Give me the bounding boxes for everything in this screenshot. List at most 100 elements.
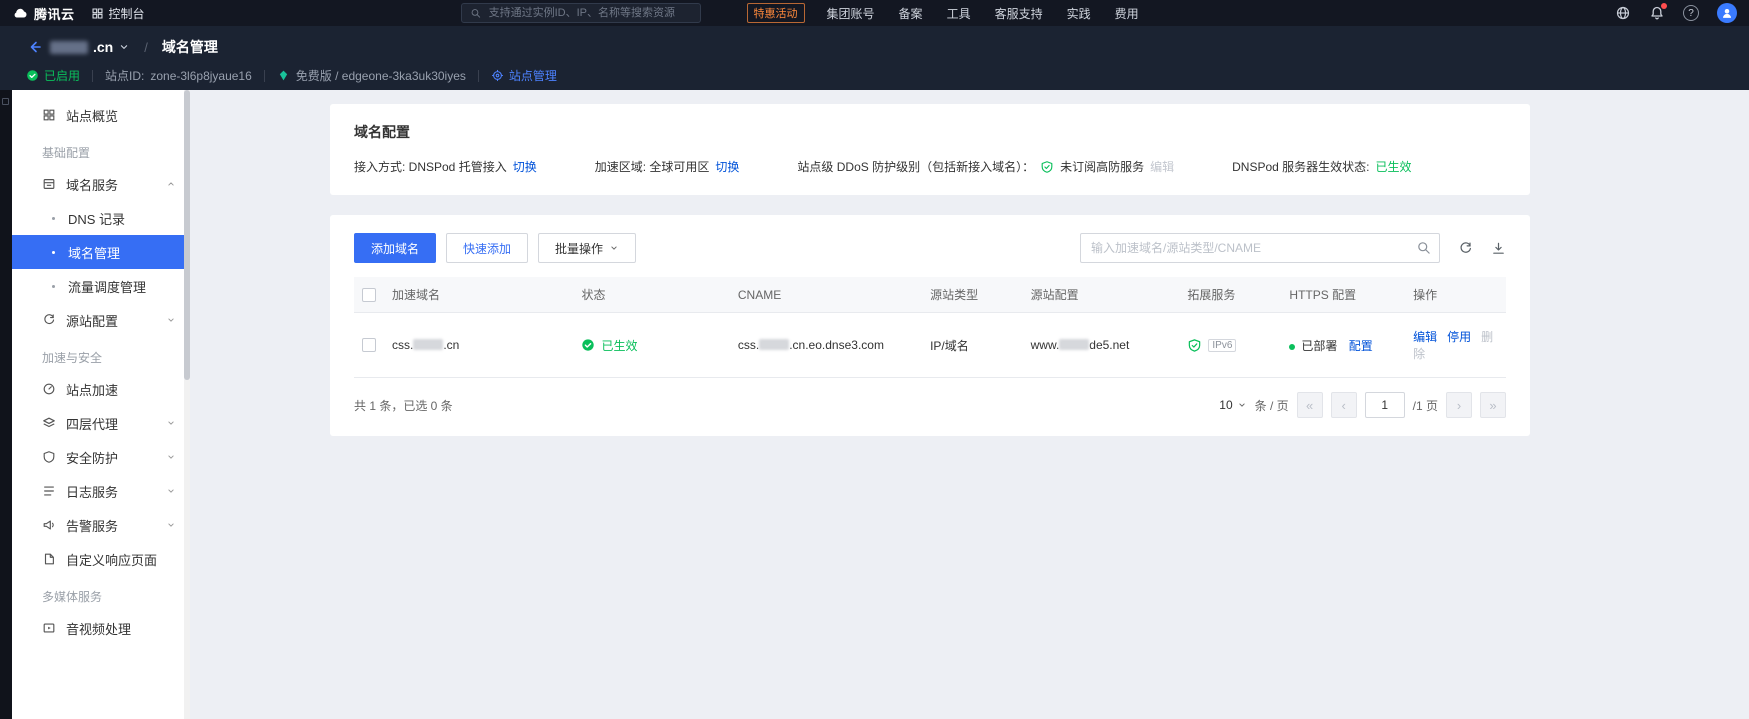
page-size-select[interactable]: 10 (1219, 398, 1246, 412)
download-icon (1491, 241, 1506, 256)
grid-icon (91, 7, 104, 20)
redacted-text (413, 339, 444, 350)
next-page-button[interactable]: › (1446, 392, 1472, 418)
total-pages-label: /1 页 (1412, 398, 1438, 413)
column-origin-type: 源站类型 (922, 277, 1023, 313)
brand-name: 腾讯云 (34, 6, 75, 22)
sidebar-item-site-overview[interactable]: 站点概览 (12, 98, 190, 132)
sidebar-item-domain-service[interactable]: 域名服务 (12, 167, 190, 201)
topbar-link-support[interactable]: 客服支持 (995, 5, 1043, 22)
back-button[interactable] (26, 39, 42, 55)
plan-diamond-icon (277, 69, 290, 82)
row-checkbox[interactable] (362, 338, 376, 353)
disable-link[interactable]: 停用 (1447, 330, 1471, 344)
sidebar: 站点概览 基础配置 域名服务 DNS 记录 域名管理 流量调度管理 源站配置 加… (12, 90, 190, 719)
ipv6-badge: IPv6 (1208, 338, 1237, 352)
sidebar-item-origin-config[interactable]: 源站配置 (12, 303, 190, 337)
ddos-edit-link[interactable]: 编辑 (1150, 158, 1174, 175)
sidebar-item-audio-video-processing[interactable]: 音视频处理 (12, 611, 190, 645)
topbar-link-tools[interactable]: 工具 (947, 5, 971, 22)
site-meta: 已启用 站点ID: zone-3l6p8jyaue16 免费版 / edgeon… (26, 67, 1749, 84)
sidebar-item-security-protection[interactable]: 安全防护 (12, 440, 190, 474)
table-row: css..cn 已生效 css..cn.eo.dnse3.com IP/域名 (354, 312, 1506, 378)
dnspod-status-value: 已生效 (1375, 160, 1412, 174)
table-footer: 共 1 条，已选 0 条 10 条 / 页 « ‹ 1 /1 页 › » (354, 392, 1506, 418)
avatar[interactable] (1717, 3, 1737, 23)
select-all-checkbox[interactable] (362, 287, 376, 302)
collapsed-edge-strip (0, 90, 12, 719)
site-header: .cn / 域名管理 已启用 站点ID: zone-3l6p8jyaue16 免… (0, 26, 1749, 90)
site-name-suffix: .cn (93, 39, 114, 55)
sidebar-item-l4-proxy[interactable]: 四层代理 (12, 406, 190, 440)
shield-check-icon (1187, 338, 1202, 353)
console-nav[interactable]: 控制台 (91, 5, 145, 22)
help-button[interactable]: ? (1683, 5, 1699, 21)
log-lines-icon (42, 484, 56, 498)
topbar-link-icp[interactable]: 备案 (899, 5, 923, 22)
breadcrumb: .cn / 域名管理 (26, 34, 1749, 60)
cell-domain: css. .cn (384, 312, 574, 378)
notifications-button[interactable] (1649, 3, 1667, 21)
chevron-down-icon (166, 486, 176, 496)
chevron-down-icon (166, 452, 176, 462)
sidebar-item-custom-response-page[interactable]: 自定义响应页面 (12, 542, 190, 576)
access-switch-link[interactable]: 切换 (513, 158, 537, 175)
table-search-input[interactable] (1080, 233, 1440, 263)
sidebar-item-alarm-service[interactable]: 告警服务 (12, 508, 190, 542)
card-title: 域名配置 (354, 124, 410, 140)
table-toolbar: 添加域名 快速添加 批量操作 (354, 233, 1506, 263)
table-header-row: 加速域名 状态 CNAME 源站类型 源站配置 拓展服务 HTTPS 配置 操作 (354, 277, 1506, 313)
status-dot (1289, 343, 1296, 350)
global-search-input[interactable] (486, 6, 692, 20)
layout: 站点概览 基础配置 域名服务 DNS 记录 域名管理 流量调度管理 源站配置 加… (0, 90, 1749, 719)
topbar-link-practice[interactable]: 实践 (1067, 5, 1091, 22)
batch-actions-button[interactable]: 批量操作 (538, 233, 637, 263)
site-manage-link[interactable]: 站点管理 (491, 67, 557, 84)
sidebar-item-log-service[interactable]: 日志服务 (12, 474, 190, 508)
brand[interactable]: 腾讯云 (12, 4, 75, 23)
column-https-config: HTTPS 配置 (1281, 277, 1406, 313)
chevron-down-icon (166, 315, 176, 325)
topbar-link-group-account[interactable]: 集团账号 (827, 5, 875, 22)
sidebar-item-traffic-scheduling[interactable]: 流量调度管理 (12, 269, 190, 303)
column-origin-config: 源站配置 (1022, 277, 1180, 313)
sidebar-section-acceleration-security: 加速与安全 (42, 351, 103, 365)
chevron-down-icon (1237, 400, 1247, 410)
chevron-down-icon (609, 243, 619, 253)
edit-link[interactable]: 编辑 (1413, 330, 1437, 344)
sidebar-item-site-acceleration[interactable]: 站点加速 (12, 372, 190, 406)
language-globe-icon[interactable] (1615, 5, 1631, 21)
acceleration-region-item: 加速区域: 全球可用区 切换 (594, 158, 740, 175)
search-icon[interactable] (1416, 240, 1431, 255)
https-configure-link[interactable]: 配置 (1349, 339, 1373, 353)
sidebar-item-domain-management[interactable]: 域名管理 (12, 235, 190, 269)
divider (477, 69, 479, 82)
quick-add-button[interactable]: 快速添加 (446, 233, 529, 263)
promo-tag[interactable]: 特惠活动 (746, 3, 805, 23)
chevron-down-icon (166, 418, 176, 428)
horn-icon (42, 518, 56, 532)
page-icon (42, 552, 56, 566)
prev-page-button[interactable]: ‹ (1330, 392, 1357, 418)
sidebar-scrollbar-thumb[interactable] (184, 90, 190, 380)
add-domain-button[interactable]: 添加域名 (354, 233, 437, 263)
current-page-input[interactable]: 1 (1364, 392, 1405, 418)
site-selector[interactable]: .cn (50, 39, 130, 55)
refresh-button[interactable] (1458, 241, 1473, 256)
panel-toggle-icon[interactable] (2, 98, 9, 105)
ddos-protection-item: 站点级 DDoS 防护级别（包括新接入域名）： 未订阅高防服务 编辑 (797, 158, 1175, 175)
site-id: 站点ID: zone-3l6p8jyaue16 (105, 68, 252, 84)
toolbar-right (1080, 233, 1506, 263)
redacted-text (1059, 339, 1090, 350)
refresh-icon (1458, 241, 1473, 256)
sidebar-item-dns-records[interactable]: DNS 记录 (12, 201, 190, 235)
export-button[interactable] (1491, 241, 1506, 256)
cell-cname: css. .cn.eo.dnse3.com (729, 312, 923, 378)
region-switch-link[interactable]: 切换 (715, 158, 739, 175)
media-icon (42, 621, 56, 635)
global-search[interactable] (460, 3, 701, 23)
first-page-button[interactable]: « (1296, 392, 1323, 418)
last-page-button[interactable]: » (1480, 392, 1506, 418)
back-arrow-icon (26, 39, 42, 55)
topbar-link-billing[interactable]: 费用 (1115, 5, 1139, 22)
